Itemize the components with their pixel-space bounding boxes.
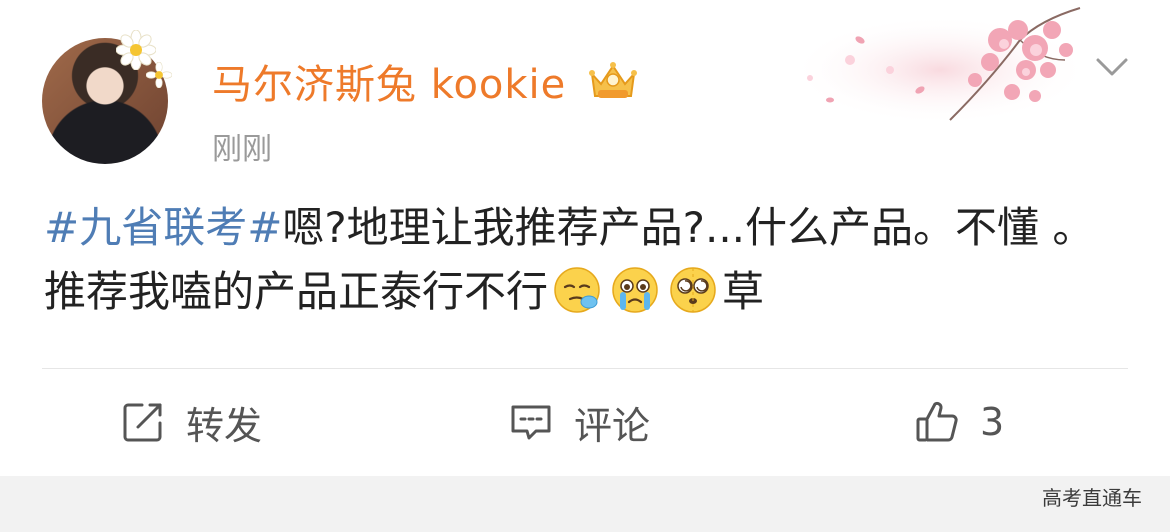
- watermark: 高考直通车: [1042, 486, 1142, 510]
- username[interactable]: 马尔济斯兔 kookie: [212, 52, 566, 110]
- repost-button[interactable]: 转发: [120, 396, 262, 448]
- sleepy-emoji-icon: [554, 267, 600, 313]
- thumbs-up-icon: [916, 401, 958, 442]
- crying-emoji-icon: [612, 267, 658, 313]
- footer-bar: [0, 476, 1170, 532]
- repost-label: 转发: [186, 403, 263, 448]
- like-button[interactable]: 3: [914, 396, 1004, 448]
- comment-button[interactable]: 评论: [508, 396, 650, 448]
- avatar[interactable]: [42, 30, 172, 164]
- chevron-down-icon[interactable]: [1094, 52, 1130, 82]
- flower-icon: [146, 62, 172, 88]
- like-count: 3: [980, 400, 1005, 444]
- dizzy-emoji-icon: [670, 267, 716, 313]
- divider: [42, 368, 1128, 369]
- hashtag-link[interactable]: #九省联考#: [44, 203, 282, 252]
- comment-label: 评论: [574, 403, 651, 448]
- sakura-decoration-icon: [790, 7, 1090, 125]
- post-timestamp: 刚刚: [212, 132, 272, 167]
- comment-icon: [511, 405, 551, 440]
- post-content: #九省联考#嗯?地理让我推荐产品?...什么产品。不懂 。推荐我嗑的产品正泰行不…: [44, 196, 1134, 324]
- vip-crown-icon[interactable]: [586, 60, 640, 104]
- post-text-tail: 草: [722, 267, 765, 316]
- repost-icon: [123, 403, 162, 442]
- weibo-post-card: 马尔济斯兔 kookie 刚刚 #九省联考#嗯?地理让我推荐产品?...什么产品…: [0, 0, 1170, 476]
